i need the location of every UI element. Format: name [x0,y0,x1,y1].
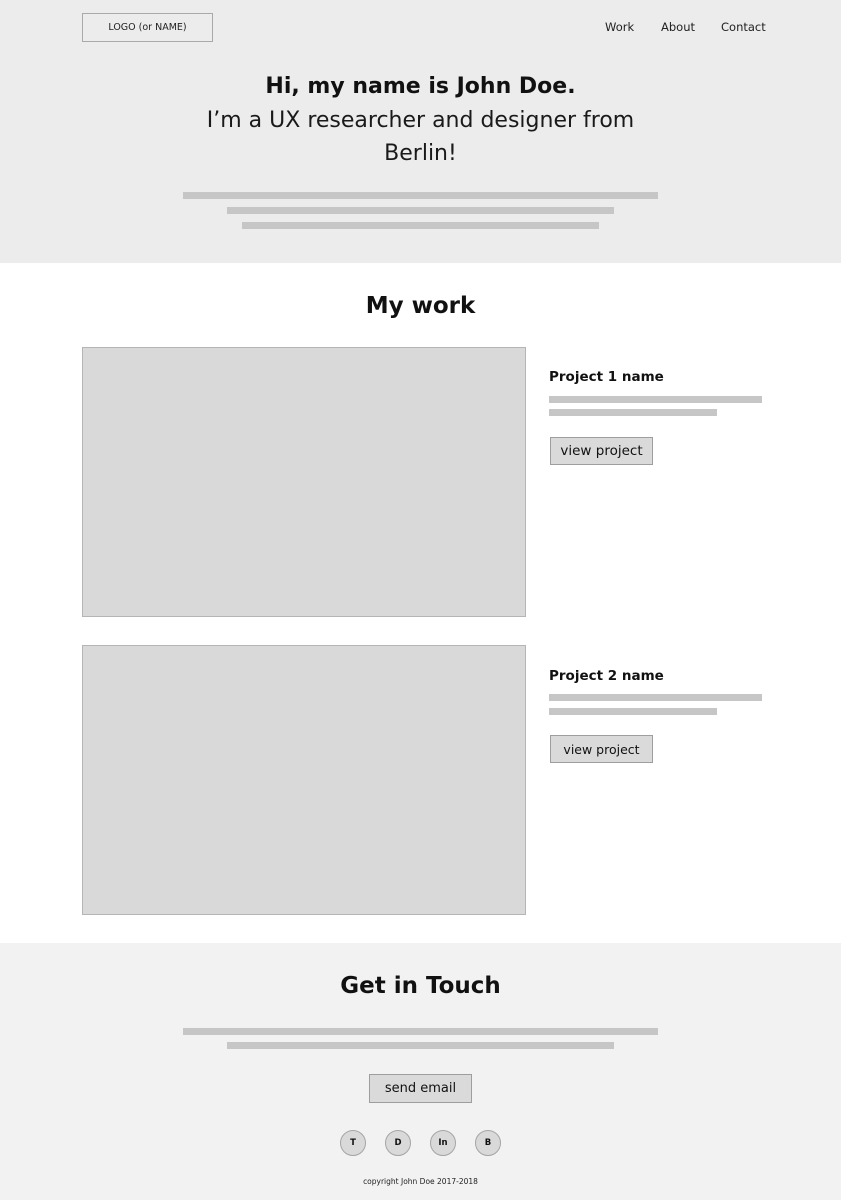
copyright-text: copyright John Doe 2017-2018 [363,1177,478,1186]
behance-icon[interactable]: B [475,1130,501,1156]
project-1-text-line [549,396,762,403]
hero-text-placeholder-line [242,222,599,229]
contact-text-placeholder-line [227,1042,614,1049]
project-2-text-line [549,694,762,701]
project-1-view-button[interactable]: view project [550,437,653,465]
hero-title: Hi, my name is John Doe. [265,74,576,99]
project-2-image[interactable] [82,645,526,915]
project-1-text-line [549,409,717,416]
contact-text-placeholder-line [183,1028,658,1035]
hero-text-placeholder-line [227,207,614,214]
contact-section-title: Get in Touch [340,973,501,999]
send-email-button[interactable]: send email [369,1074,472,1103]
project-1-name: Project 1 name [549,369,664,385]
twitter-icon[interactable]: T [340,1130,366,1156]
nav-contact-link[interactable]: Contact [721,20,766,34]
nav-about-link[interactable]: About [661,20,695,34]
project-2-name: Project 2 name [549,668,664,684]
project-2-text-line [549,708,717,715]
project-2-view-button[interactable]: view project [550,735,653,763]
logo[interactable]: LOGO (or NAME) [82,13,213,42]
linkedin-icon[interactable]: In [430,1130,456,1156]
work-section-title: My work [365,293,476,319]
hero-subtitle: I’m a UX researcher and designer from Be… [206,108,635,166]
nav-work-link[interactable]: Work [605,20,634,34]
dribbble-icon[interactable]: D [385,1130,411,1156]
project-1-image[interactable] [82,347,526,617]
hero-text-placeholder-line [183,192,658,199]
